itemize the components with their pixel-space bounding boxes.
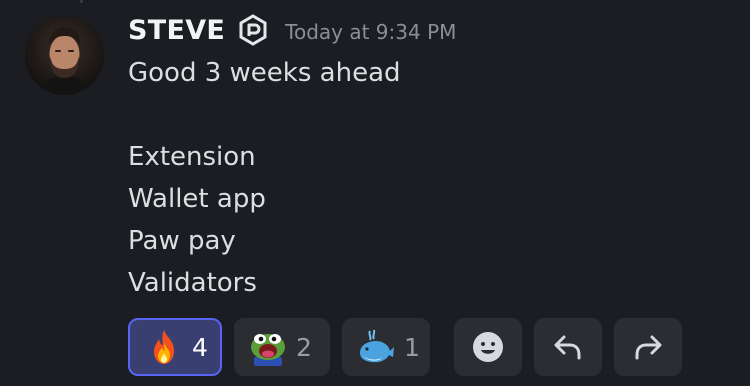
message-header: STEVE Today at 9:34 PM <box>128 12 456 48</box>
forward-button[interactable] <box>614 318 682 376</box>
message-line-blank <box>128 94 401 136</box>
reaction-count: 4 <box>192 332 208 362</box>
forward-icon <box>635 335 662 360</box>
message-timestamp[interactable]: Today at 9:34 PM <box>285 16 456 44</box>
reaction-fire[interactable]: 4 <box>128 318 222 376</box>
role-badge-icon[interactable] <box>237 14 269 46</box>
message-content: Good 3 weeks ahead Extension Wallet app … <box>128 52 401 304</box>
add-reaction-icon <box>473 332 503 362</box>
fire-emoji-icon <box>144 327 184 367</box>
username[interactable]: STEVE <box>128 15 225 46</box>
pepe-poggers-emoji-icon <box>248 327 288 367</box>
avatar-image <box>25 16 104 95</box>
message-line: Wallet app <box>128 184 266 214</box>
message-line: Extension <box>128 142 256 172</box>
chat-message: STEVE Today at 9:34 PM Good 3 weeks ahea… <box>0 0 750 386</box>
message-line: Good 3 weeks ahead <box>128 58 401 88</box>
reaction-count: 1 <box>404 332 420 362</box>
message-line: Validators <box>128 268 257 298</box>
reaction-whale[interactable]: 1 <box>342 318 430 376</box>
whale-emoji-icon <box>356 327 396 367</box>
reaction-pepe[interactable]: 2 <box>234 318 330 376</box>
avatar[interactable] <box>25 16 104 95</box>
reply-icon <box>554 335 581 360</box>
message-line: Paw pay <box>128 226 236 256</box>
add-reaction-button[interactable] <box>454 318 522 376</box>
reaction-count: 2 <box>296 332 312 362</box>
reply-button[interactable] <box>534 318 602 376</box>
